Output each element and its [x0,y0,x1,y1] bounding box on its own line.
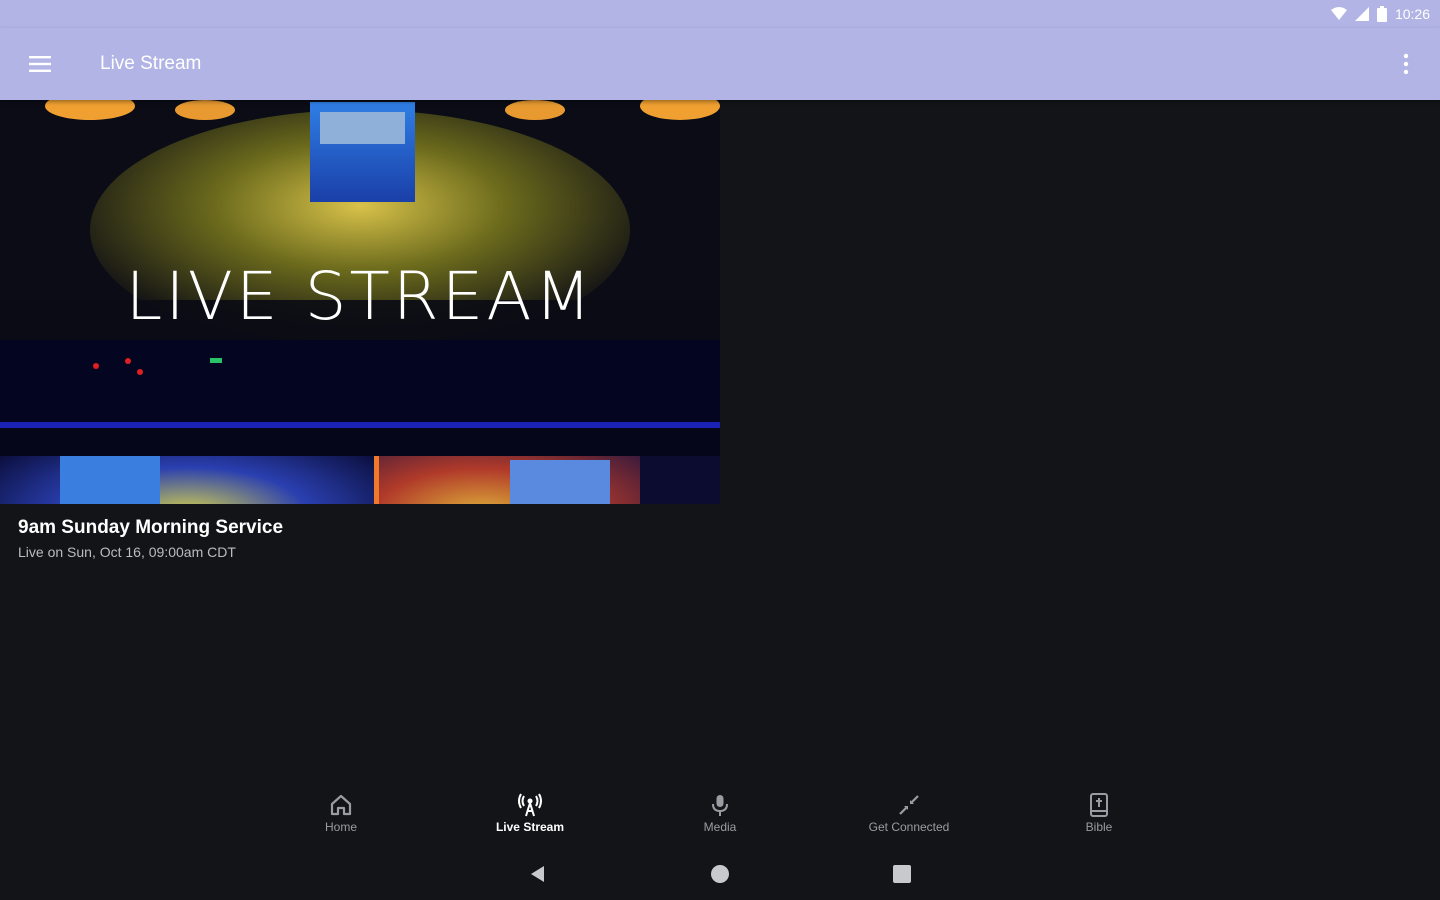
menu-button[interactable] [20,44,60,84]
more-vert-icon [1403,53,1409,75]
system-home-button[interactable] [706,860,734,888]
status-time: 10:26 [1394,6,1430,22]
nav-item-bible[interactable]: Bible [1029,786,1169,842]
status-bar: 10:26 [0,0,1440,28]
stream-banner-image: LIVE STREAM [0,100,720,504]
connect-icon [899,795,919,815]
menu-icon [29,56,51,72]
nav-item-live-stream[interactable]: Live Stream [460,786,600,842]
stream-title: 9am Sunday Morning Service [18,517,284,538]
live-stream-icon [518,793,542,817]
stream-subtitle: Live on Sun, Oct 16, 09:00am CDT [18,544,236,560]
nav-label-bible: Bible [1085,820,1113,834]
system-navigation-bar [0,852,1440,896]
nav-item-get-connected[interactable]: Get Connected [839,786,979,842]
back-icon [531,866,544,882]
recents-icon [893,865,911,883]
home-icon [330,794,352,816]
system-back-button[interactable] [524,860,552,888]
page-title: Live Stream [100,53,202,74]
wifi-icon [1330,7,1347,20]
banner-title-text: LIVE STREAM [125,258,595,335]
nav-label-media: Media [703,820,737,834]
nav-label-home: Home [324,820,357,834]
home-circle-icon [711,865,729,883]
nav-item-media[interactable]: Media [650,786,790,842]
nav-label-live-stream: Live Stream [495,820,565,834]
battery-icon [1376,6,1387,22]
nav-label-get-connected: Get Connected [868,820,950,834]
overflow-menu-button[interactable] [1386,44,1426,84]
bible-icon [1090,793,1108,817]
bottom-navigation: Home Live Stream Media Get Connected Bib… [0,786,1440,842]
status-icons: 10:26 [1330,6,1430,22]
system-recents-button[interactable] [888,860,916,888]
live-stream-card[interactable]: LIVE STREAM 9am Sunday Morning Service L… [0,100,720,570]
signal-icon [1354,7,1369,21]
nav-item-home[interactable]: Home [271,786,411,842]
microphone-icon [712,795,728,816]
app-bar: Live Stream [0,28,1440,100]
